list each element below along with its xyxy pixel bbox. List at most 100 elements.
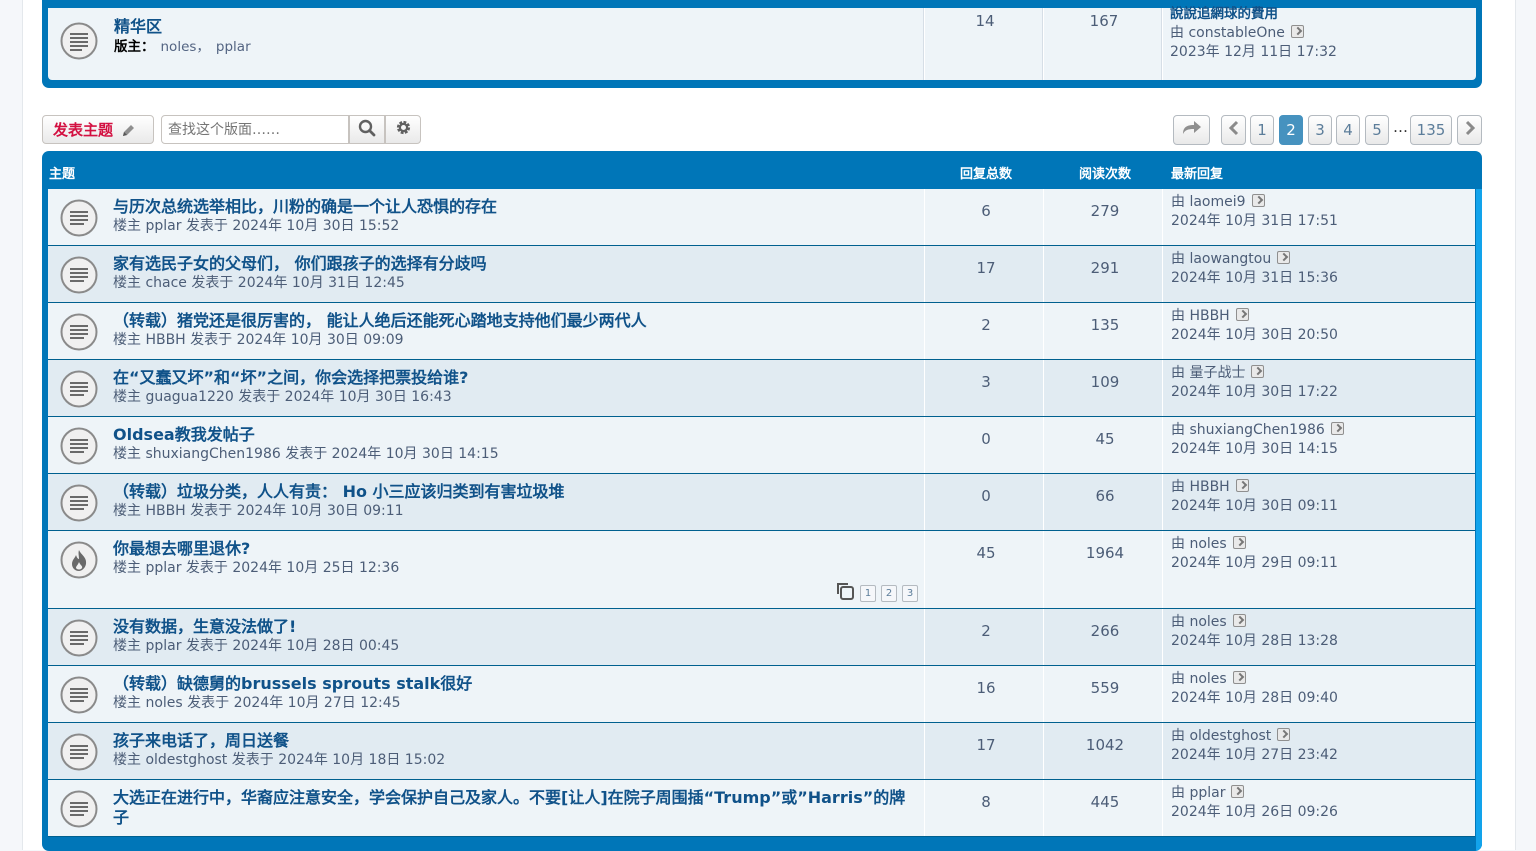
last-post-time: 2024年 10月 30日 17:22 [1171, 384, 1338, 400]
last-post-time: 2024年 10月 27日 23:42 [1171, 747, 1338, 763]
replies-count: 6 [981, 202, 991, 220]
table-row[interactable]: （转载）缺德舅的brussels sprouts stalk很好 楼主 noles… [48, 666, 1475, 723]
last-post-user-link[interactable]: 由 量子战士 [1171, 365, 1245, 381]
last-post-user-link[interactable]: 由 HBBH [1171, 308, 1230, 324]
topic-title-link[interactable]: （转载）猪党还是很厉害的， 能让人绝后还能死心踏地支持他们最少两代人 [113, 307, 647, 331]
goto-last-post-icon[interactable] [1232, 671, 1246, 684]
topic-title-link[interactable]: 与历次总统选举相比，川粉的确是一个让人恐惧的存在 [113, 193, 497, 217]
table-row[interactable]: 孩子来电话了，周日送餐 楼主 oldestghost 发表于 2024年 10月 … [48, 723, 1475, 780]
last-post-time: 2024年 10月 29日 09:11 [1171, 555, 1338, 571]
jump-to-page-button[interactable] [1173, 115, 1210, 145]
last-post-user-link[interactable]: constableOne [1188, 25, 1284, 41]
topic-title-link[interactable]: （转载）垃圾分类，人人有责： Ho 小三应该归类到有害垃圾堆 [113, 478, 565, 502]
topic-page-link[interactable]: 3 [902, 584, 918, 602]
last-post-time: 2024年 10月 31日 17:51 [1171, 213, 1338, 229]
last-post-time: 2024年 10月 30日 09:11 [1171, 498, 1338, 514]
replies-count: 16 [976, 679, 996, 697]
views-count: 266 [1090, 622, 1120, 640]
topic-title-link[interactable]: 大选正在进行中，华裔应注意安全，学会保护自己及家人。不要[让人]在院子周围插“T… [113, 784, 905, 808]
goto-last-post-icon[interactable] [1290, 25, 1304, 38]
page-link[interactable]: 4 [1336, 115, 1360, 145]
column-divider [1043, 474, 1044, 530]
column-divider [1043, 8, 1044, 80]
forum-search-input[interactable] [161, 115, 349, 144]
prev-page-button[interactable] [1221, 115, 1246, 145]
last-post-user-link[interactable]: 由 shuxiangChen1986 [1171, 422, 1325, 438]
moderator-link[interactable]: noles， [161, 39, 210, 55]
last-post-user-link[interactable]: 由 oldestghost [1171, 728, 1271, 744]
topic-title-link[interactable]: 没有数据，生意没法做了! [113, 613, 296, 637]
moderator-link[interactable]: pplar [216, 39, 251, 55]
goto-last-post-icon[interactable] [1251, 194, 1265, 207]
topic-list: 主题 回复总数 阅读次数 最新回复 与历次总统选举相比，川粉的确是一个让人恐惧的… [42, 151, 1482, 851]
page-link[interactable]: 3 [1308, 115, 1332, 145]
last-post-user-link[interactable]: 由 noles [1171, 671, 1227, 687]
page-link[interactable]: 5 [1365, 115, 1389, 145]
last-post-time: 2024年 10月 31日 15:36 [1171, 270, 1338, 286]
topic-title-link[interactable]: 在“又蠢又坏”和“坏”之间，你会选择把票投给谁? [113, 364, 468, 388]
chevron-right-icon [1464, 120, 1476, 140]
column-divider [1043, 360, 1044, 416]
last-post-user-link[interactable]: 由 noles [1171, 536, 1227, 552]
table-row[interactable]: （转载）猪党还是很厉害的， 能让人绝后还能死心踏地支持他们最少两代人 楼主 HBB… [48, 303, 1475, 360]
goto-last-post-icon[interactable] [1277, 251, 1291, 264]
new-topic-button[interactable]: 发表主题 [42, 115, 154, 144]
table-row[interactable]: 与历次总统选举相比，川粉的确是一个让人恐惧的存在 楼主 pplar 发表于 202… [48, 189, 1475, 246]
table-right-edge [1476, 189, 1482, 851]
page-link[interactable]: 1 [1250, 115, 1274, 145]
last-post-title-link[interactable]: 說說追網球的費用 [1170, 5, 1337, 24]
topic-title-link[interactable]: 孩子来电话了，周日送餐 [113, 727, 289, 751]
topic-title-continued[interactable]: 子 [113, 804, 129, 828]
table-row[interactable]: Oldsea教我发帖子 楼主 shuxiangChen1986 发表于 2024年… [48, 417, 1475, 474]
table-row[interactable]: 大选正在进行中，华裔应注意安全，学会保护自己及家人。不要[让人]在院子周围插“T… [48, 780, 1475, 837]
by-label: 由 [1170, 25, 1184, 41]
last-post-user-link[interactable]: 由 laomei9 [1171, 194, 1246, 210]
new-topic-label: 发表主题 [53, 121, 114, 139]
table-row[interactable]: 你最想去哪里退休? 楼主 pplar 发表于 2024年 10月 25日 12:3… [48, 531, 1475, 609]
last-post: 由 oldestghost 2024年 10月 27日 23:42 [1171, 727, 1338, 765]
goto-last-post-icon[interactable] [1235, 308, 1249, 321]
goto-last-post-icon[interactable] [1277, 728, 1291, 741]
forum-title-link[interactable]: 精华区 [114, 13, 162, 37]
page-link-last[interactable]: 135 [1410, 115, 1452, 145]
views-count: 1042 [1085, 736, 1125, 754]
advanced-search-button[interactable] [385, 115, 421, 144]
last-post-user-link[interactable]: 由 laowangtou [1171, 251, 1271, 267]
last-post-time: 2024年 10月 30日 14:15 [1171, 441, 1338, 457]
table-row[interactable]: 没有数据，生意没法做了! 楼主 pplar 发表于 2024年 10月 28日 0… [48, 609, 1475, 666]
goto-last-post-icon[interactable] [1251, 365, 1265, 378]
topic-title-link[interactable]: （转载）缺德舅的brussels sprouts stalk很好 [113, 670, 472, 694]
topic-meta: 楼主 shuxiangChen1986 发表于 2024年 10月 30日 14… [113, 446, 499, 462]
replies-count: 2 [981, 622, 991, 640]
pages-icon [835, 581, 855, 605]
replies-count: 0 [981, 430, 991, 448]
topic-page-link[interactable]: 2 [881, 584, 897, 602]
table-row[interactable]: 在“又蠢又坏”和“坏”之间，你会选择把票投给谁? 楼主 guagua1220 发表… [48, 360, 1475, 417]
last-post-user-link[interactable]: 由 HBBH [1171, 479, 1230, 495]
last-post-user-link[interactable]: 由 pplar [1171, 785, 1225, 801]
column-divider [924, 780, 925, 836]
column-divider [1043, 723, 1044, 779]
topic-title-link[interactable]: 家有选民子女的父母们， 你们跟孩子的选择有分歧吗 [113, 250, 487, 274]
topic-title-link[interactable]: 你最想去哪里退休? [113, 535, 250, 559]
goto-last-post-icon[interactable] [1330, 422, 1344, 435]
next-page-button[interactable] [1457, 115, 1482, 145]
table-row[interactable]: 家有选民子女的父母们， 你们跟孩子的选择有分歧吗 楼主 chace 发表于 202… [48, 246, 1475, 303]
search-button[interactable] [349, 115, 385, 144]
page-link-current[interactable]: 2 [1279, 115, 1303, 145]
topic-meta: 楼主 HBBH 发表于 2024年 10月 30日 09:11 [113, 503, 404, 519]
topic-title-link[interactable]: Oldsea教我发帖子 [113, 421, 255, 445]
goto-last-post-icon[interactable] [1232, 614, 1246, 627]
replies-count: 45 [976, 544, 996, 562]
replies-count: 3 [981, 373, 991, 391]
goto-last-post-icon[interactable] [1232, 536, 1246, 549]
last-post-user-link[interactable]: 由 noles [1171, 614, 1227, 630]
column-divider [1043, 417, 1044, 473]
table-row[interactable]: （转载）垃圾分类，人人有责： Ho 小三应该归类到有害垃圾堆 楼主 HBBH 发表… [48, 474, 1475, 531]
goto-last-post-icon[interactable] [1235, 479, 1249, 492]
goto-last-post-icon[interactable] [1231, 785, 1245, 798]
column-divider [1162, 303, 1163, 359]
forum-row-featured[interactable]: 精华区 版主： noles， pplar 14 167 說說追網球的費用 由 con… [48, 5, 1476, 80]
topic-read-icon [60, 256, 98, 298]
topic-page-link[interactable]: 1 [860, 584, 876, 602]
